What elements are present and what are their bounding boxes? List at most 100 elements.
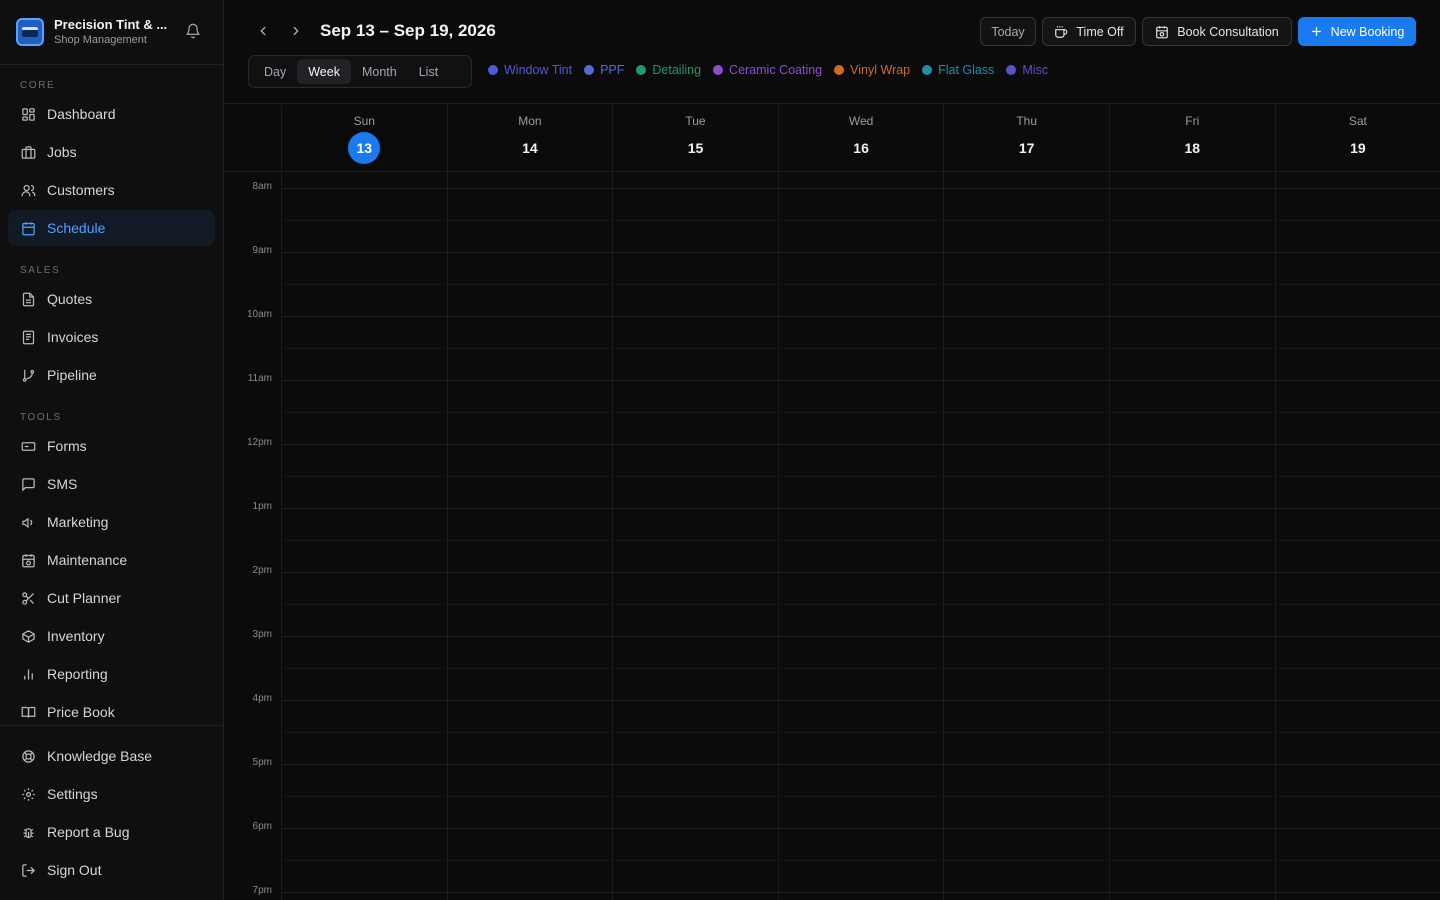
legend-item[interactable]: Window Tint [488,63,572,77]
hour-line [281,892,1440,893]
tab-list[interactable]: List [408,59,449,84]
time-off-label: Time Off [1076,24,1124,39]
time-grid[interactable]: 8am 9am 10am 11am 12pm 1pm 2pm 3pm 4pm 5pm 6pm 7pm [224,172,1440,900]
legend-item[interactable]: Flat Glass [922,63,994,77]
legend-dot [488,65,498,75]
chevron-left-icon[interactable] [252,20,274,42]
day-header[interactable]: Thu 17 [943,105,1109,172]
sidebar-item-label: Quotes [47,291,93,307]
legend-dot [834,65,845,75]
day-header[interactable]: Sat 19 [1274,105,1440,172]
day-number: 19 [1350,140,1366,156]
sidebar-item-invoices[interactable]: Invoices [8,319,215,355]
sidebar-item-sign-out[interactable]: Sign Out [8,852,215,888]
day-header[interactable]: Sun 13 [281,105,447,172]
legend-item[interactable]: PPF [584,63,624,77]
sidebar-item-label: Invoices [47,329,99,345]
coffee-icon [1054,25,1068,39]
day-number: 17 [1018,140,1035,156]
day-column-divider [612,172,614,900]
legend-label: Ceramic Coating [729,63,823,77]
calendar-clock-icon [1155,25,1169,39]
sidebar: Precision Tint & ... Shop Management COR… [0,0,224,900]
day-number: 14 [522,140,538,156]
sidebar-item-label: Report a Bug [47,824,130,840]
day-column-divider [1274,172,1276,900]
day-name: Mon [518,114,542,128]
legend-item[interactable]: Misc [1006,63,1048,77]
service-legend: Window Tint PPF Detailing Ceramic Coating Vi… [488,63,1060,77]
tab-week[interactable]: Week [297,59,351,84]
today-button[interactable]: Today [980,17,1036,46]
sidebar-item-report-a-bug[interactable]: Report a Bug [8,814,215,850]
sidebar-item-cut-planner[interactable]: Cut Planner [8,580,215,616]
tab-day[interactable]: Day [253,59,297,84]
day-header[interactable]: Wed 16 [777,105,944,172]
day-number: 15 [687,140,704,156]
legend-item[interactable]: Vinyl Wrap [834,63,910,77]
sidebar-item-jobs[interactable]: Jobs [8,134,215,170]
day-header[interactable]: Mon 14 [446,105,613,172]
sidebar-item-label: Schedule [47,220,106,236]
day-header[interactable]: Fri 18 [1109,105,1275,172]
sidebar-item-reporting[interactable]: Reporting [8,656,215,692]
hour-line [281,316,1440,317]
hour-label: 11am [247,373,272,384]
sidebar-item-pipeline[interactable]: Pipeline [8,357,215,393]
sidebar-item-label: Customers [47,182,115,198]
sidebar-item-schedule[interactable]: Schedule [8,210,215,246]
calendar-icon [20,220,36,236]
sidebar-item-inventory[interactable]: Inventory [8,618,215,654]
hour-label: 3pm [252,629,272,640]
half-hour-line [281,476,1440,477]
sidebar-item-label: Price Book [47,704,115,720]
day-name: Thu [1016,114,1038,128]
calendar-toolbar: Sep 13 – Sep 19, 2026 Today Time Off Boo… [224,0,1440,104]
legend-label: Vinyl Wrap [850,63,911,77]
hour-line [281,828,1440,829]
day-number: 18 [1184,140,1201,156]
hour-line [281,380,1440,381]
sidebar-item-marketing[interactable]: Marketing [8,504,215,540]
tab-month[interactable]: Month [351,59,408,84]
briefcase-icon [20,144,36,160]
day-header[interactable]: Tue 15 [612,105,778,172]
legend-label: Flat Glass [938,63,995,77]
day-number: 16 [853,140,869,156]
hour-line [281,188,1440,189]
new-booking-button[interactable]: New Booking [1298,17,1416,46]
sidebar-item-knowledge-base[interactable]: Knowledge Base [8,738,215,774]
view-switcher: Day Week Month List [248,55,472,88]
sidebar-item-dashboard[interactable]: Dashboard [8,96,215,132]
book-consultation-button[interactable]: Book Consultation [1142,17,1292,46]
hour-label: 6pm [252,821,272,832]
sidebar-item-settings[interactable]: Settings [8,776,215,812]
sidebar-item-customers[interactable]: Customers [8,172,215,208]
half-hour-line [281,796,1440,797]
legend-item[interactable]: Ceramic Coating [713,63,822,77]
gear-icon [20,786,36,802]
time-off-button[interactable]: Time Off [1042,17,1136,46]
hour-line [281,700,1440,701]
section-label-core: CORE [20,80,56,91]
sidebar-item-quotes[interactable]: Quotes [8,281,215,317]
users-icon [20,182,36,198]
hour-line [281,508,1440,509]
sidebar-item-label: Pipeline [47,367,97,383]
sidebar-item-sms[interactable]: SMS [8,466,215,502]
hour-label: 7pm [252,885,272,896]
sidebar-item-label: Forms [47,438,87,454]
sidebar-item-forms[interactable]: Forms [8,428,215,464]
sidebar-item-label: Dashboard [47,106,116,122]
hour-label: 12pm [246,437,272,448]
legend-item[interactable]: Detailing [636,63,701,77]
half-hour-line [281,220,1440,221]
hour-label: 8am [252,181,272,192]
sidebar-item-label: Inventory [47,628,105,644]
sidebar-item-maintenance[interactable]: Maintenance [8,542,215,578]
chevron-right-icon[interactable] [285,20,307,42]
bell-icon[interactable] [185,23,201,44]
half-hour-line [281,668,1440,669]
legend-label: Window Tint [504,63,573,77]
brand-logo[interactable] [16,18,44,46]
